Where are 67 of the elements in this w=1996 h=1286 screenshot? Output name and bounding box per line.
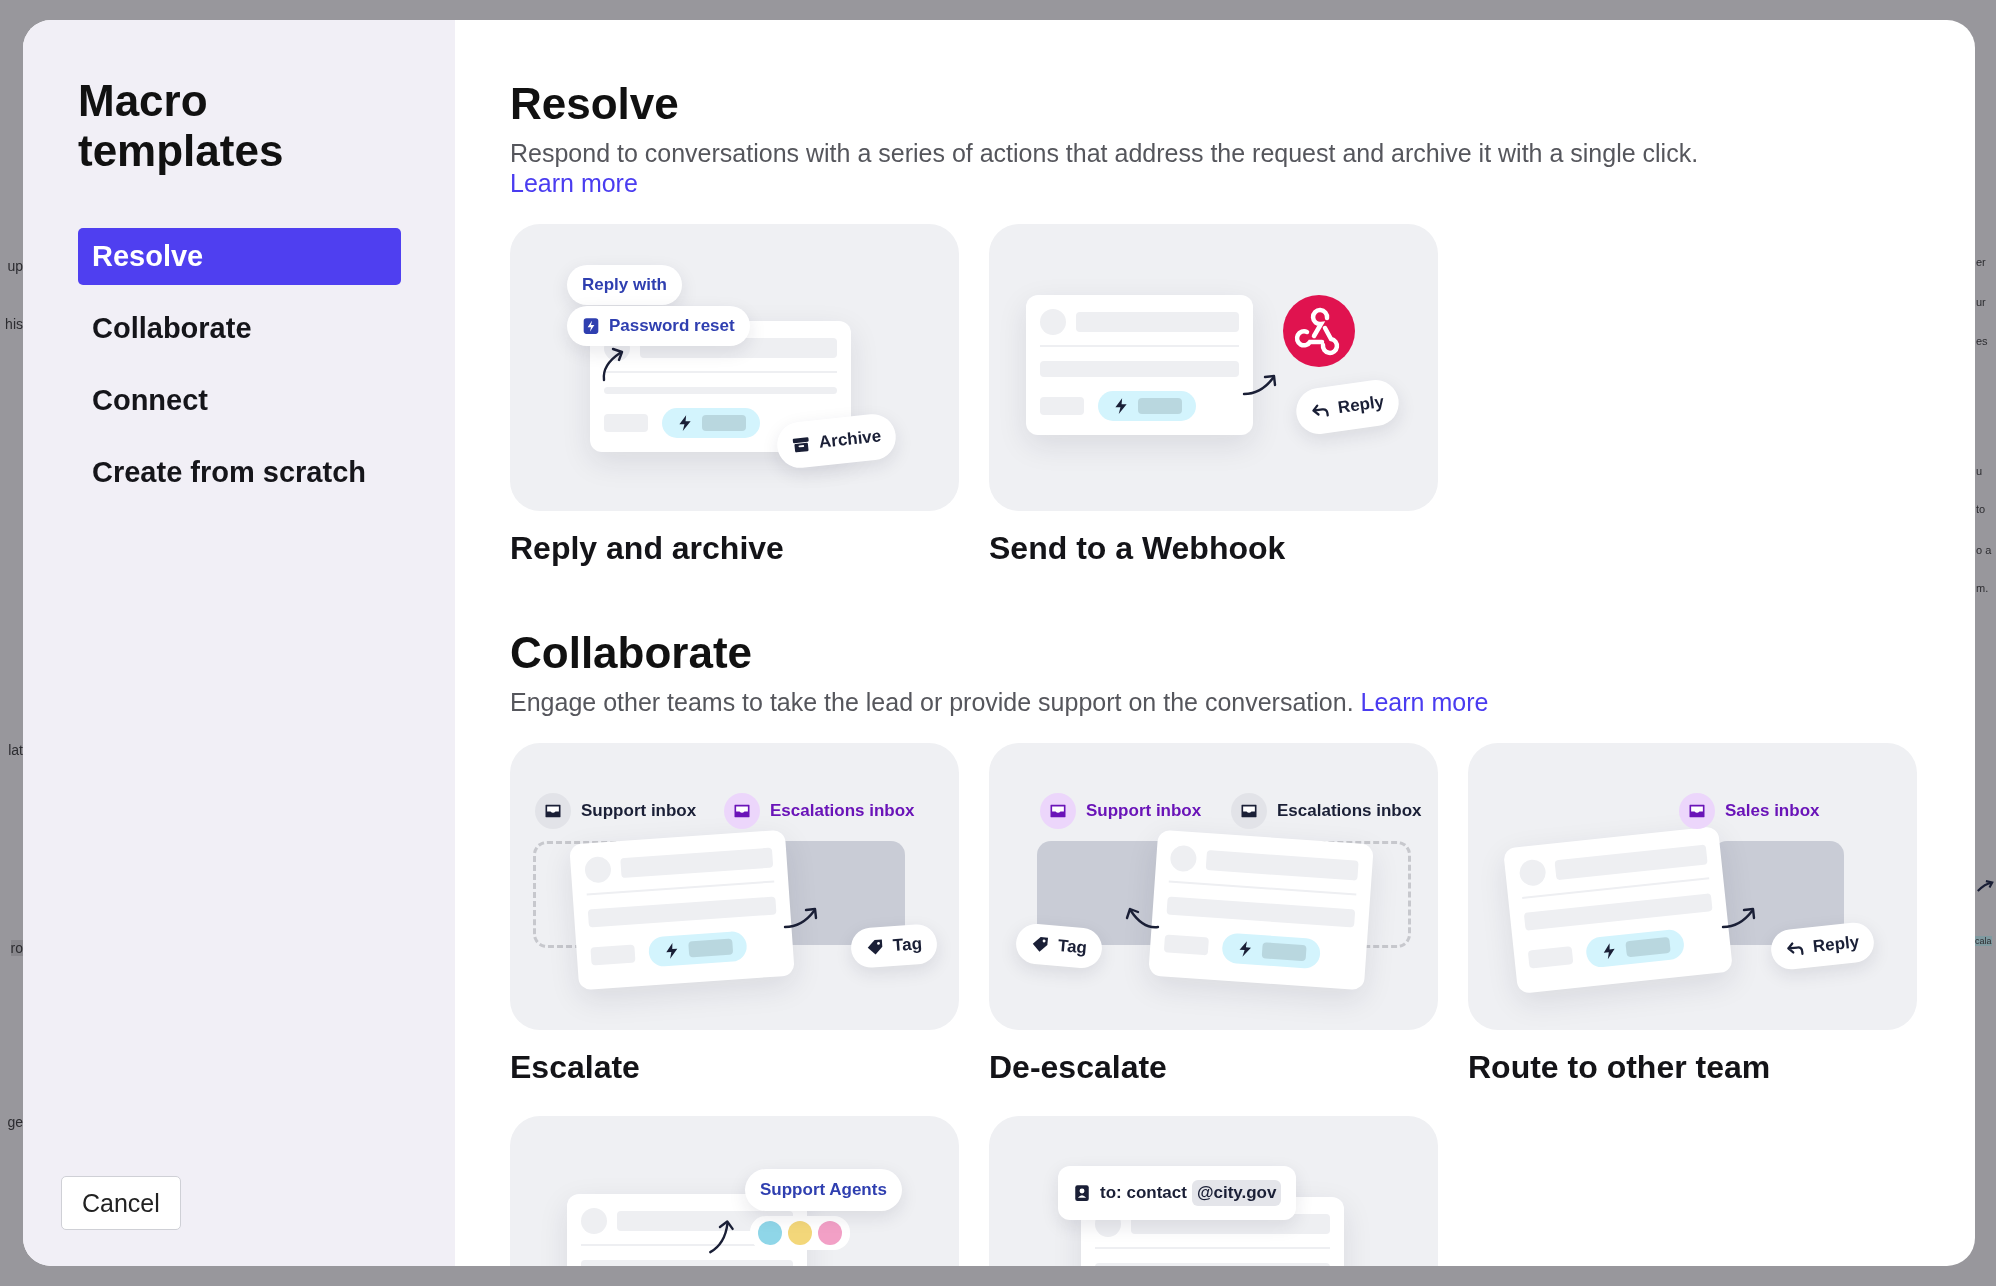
background-text: u xyxy=(1976,465,1983,477)
avatar xyxy=(758,1221,782,1245)
inbox-label: Sales inbox xyxy=(1725,801,1820,821)
inbox-label: Support inbox xyxy=(581,801,697,821)
background-text: o a xyxy=(1976,544,1992,556)
chip-text: Password reset xyxy=(609,316,735,336)
chip-text: Support Agents xyxy=(760,1180,887,1200)
chip-text: Tag xyxy=(892,934,923,957)
text-placeholder xyxy=(702,415,746,431)
inbox-label: Support inbox xyxy=(1086,801,1202,821)
inbox-label: Escalations inbox xyxy=(1277,801,1422,821)
background-text: his xyxy=(5,316,23,332)
template-preview[interactable]: Reply xyxy=(989,224,1438,511)
cancel-button[interactable]: Cancel xyxy=(61,1176,181,1230)
background-text: er xyxy=(1976,256,1986,268)
template-title[interactable]: De-escalate xyxy=(989,1048,1438,1086)
background-text: es xyxy=(1976,335,1988,347)
background-text: to xyxy=(1976,503,1986,515)
learn-more-link[interactable]: Learn more xyxy=(510,169,638,197)
template-title[interactable]: Escalate xyxy=(510,1048,959,1086)
template-preview[interactable]: Support inbox Escalations inbox Tag xyxy=(989,743,1438,1030)
template-preview[interactable]: Support Agents xyxy=(510,1116,959,1266)
background-text: ur xyxy=(1976,296,1986,308)
background-text: m. xyxy=(1976,582,1989,594)
template-title[interactable]: Reply and archive xyxy=(510,529,959,567)
chip-text: Reply xyxy=(1812,932,1861,957)
text-placeholder xyxy=(1138,398,1182,414)
text-placeholder xyxy=(688,938,734,958)
archive-box-icon xyxy=(791,434,812,455)
text-placeholder xyxy=(1625,936,1671,958)
background-text: ro xyxy=(10,940,23,956)
contact-card-icon xyxy=(1073,1184,1091,1202)
chip-text: Reply with xyxy=(582,275,667,295)
template-preview[interactable]: Reply with Password reset Archive xyxy=(510,224,959,511)
lightning-document-icon xyxy=(582,317,600,335)
category-tab[interactable]: Collaborate xyxy=(78,300,401,357)
learn-more-link[interactable]: Learn more xyxy=(1360,688,1489,716)
category-tab[interactable]: Resolve xyxy=(78,228,401,285)
tag-icon xyxy=(1030,934,1050,955)
avatar xyxy=(788,1221,812,1245)
section-description: Engage other teams to take the lead or provide support on the conversation. Learn more xyxy=(510,687,1490,717)
tag-icon xyxy=(865,937,885,957)
template-title[interactable]: Route to other team xyxy=(1468,1048,1917,1086)
avatar xyxy=(818,1221,842,1245)
chip-text: Tag xyxy=(1057,935,1088,959)
template-preview[interactable]: Sales inbox Reply xyxy=(1468,743,1917,1030)
background-text: cala xyxy=(1975,936,1992,946)
email-domain-tag: @city.gov xyxy=(1191,1180,1282,1206)
text-placeholder xyxy=(1261,942,1307,962)
inbox-label: Escalations inbox xyxy=(770,801,915,821)
template-title[interactable]: Send to a Webhook xyxy=(989,529,1438,567)
section-heading: Collaborate xyxy=(510,627,754,679)
background-text: up xyxy=(7,258,23,274)
template-preview[interactable]: to: contact @city.gov xyxy=(989,1116,1438,1266)
chip-text: Reply xyxy=(1336,392,1386,419)
section-description: Respond to conversations with a series of actions that address the request and archive it with a single click. Learn more xyxy=(510,138,1700,198)
chip-text: Archive xyxy=(818,426,883,453)
arrow-icon xyxy=(1976,880,1994,893)
template-preview[interactable]: Support inbox Escalations inbox Tag xyxy=(510,743,959,1030)
category-tab[interactable]: Connect xyxy=(78,372,401,429)
background-text: lat xyxy=(8,742,23,758)
dialog-title: Macro templates xyxy=(78,76,285,176)
background-text: ge xyxy=(7,1114,23,1130)
section-heading: Resolve xyxy=(510,78,680,130)
category-tab[interactable]: Create from scratch xyxy=(78,444,401,501)
chip-text: to: contact xyxy=(1100,1183,1187,1203)
webhook-icon xyxy=(1283,295,1355,367)
